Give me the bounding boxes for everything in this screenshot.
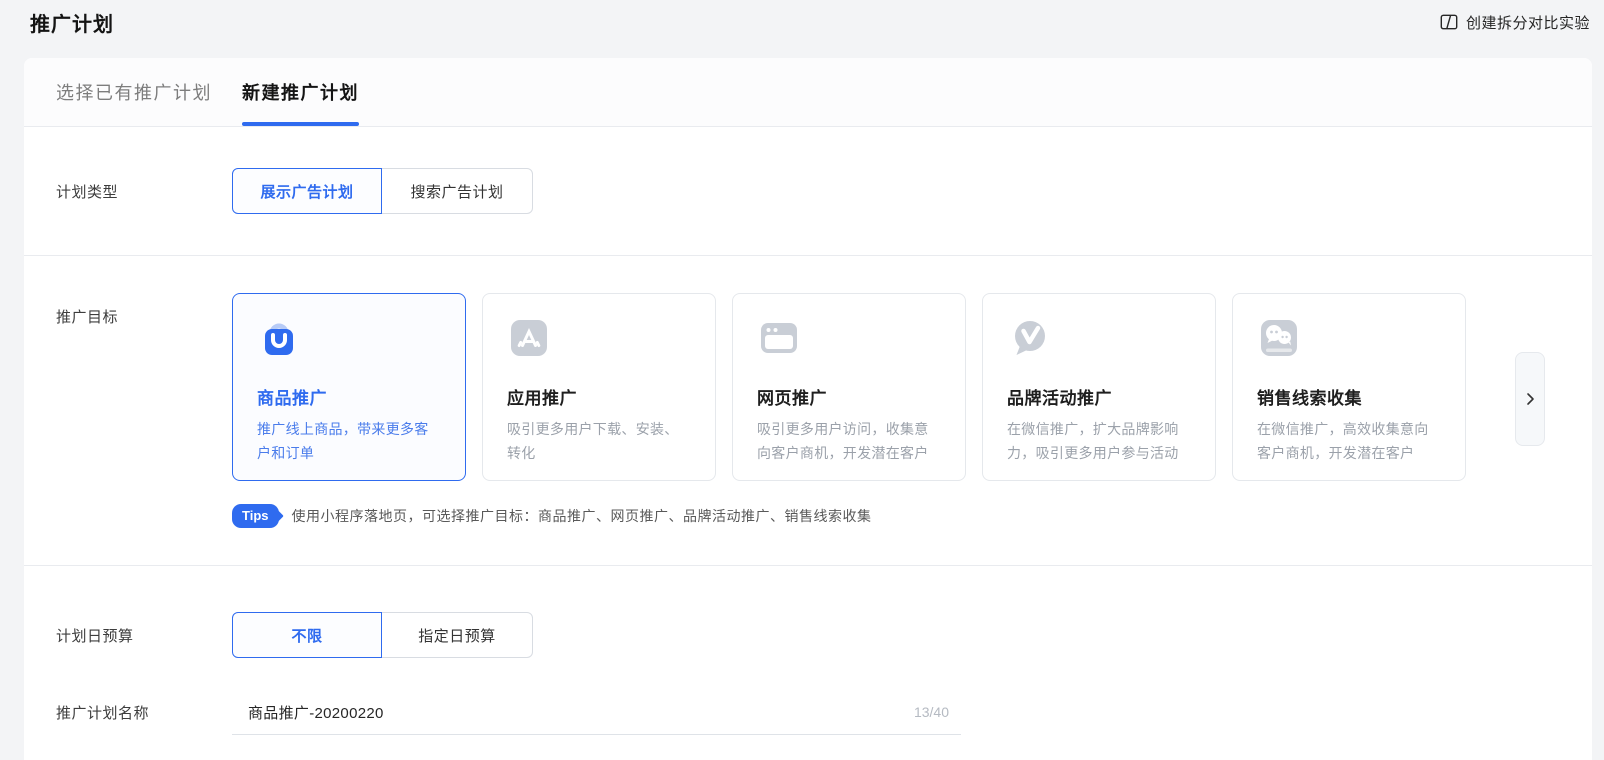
goal-card-product-promotion[interactable]: 商品推广 推广线上商品，带来更多客户和订单 — [232, 293, 466, 481]
goal-cards: 商品推广 推广线上商品，带来更多客户和订单 — [232, 293, 1482, 481]
page-title: 推广计划 — [30, 8, 114, 37]
tips-row: Tips 使用小程序落地页，可选择推广目标：商品推广、网页推广、品牌活动推广、销… — [232, 503, 1482, 529]
goal-card-web-promotion[interactable]: 网页推广 吸引更多用户访问，收集意向客户商机，开发潜在客户 — [732, 293, 966, 481]
goal-card-title: 应用推广 — [507, 384, 691, 409]
section-plan-type: 计划类型 展示广告计划 搜索广告计划 — [24, 127, 1592, 256]
promotion-goal-content: 商品推广 推广线上商品，带来更多客户和订单 — [232, 293, 1482, 529]
daily-budget-segmented: 不限 指定日预算 — [232, 612, 533, 658]
goal-card-desc: 推广线上商品，带来更多客户和订单 — [257, 417, 441, 465]
daily-budget-label: 计划日预算 — [56, 625, 232, 646]
goal-card-desc: 在微信推广，扩大品牌影响力，吸引更多用户参与活动 — [1007, 417, 1191, 465]
plan-type-label: 计划类型 — [56, 181, 232, 202]
section-budget-and-name: 计划日预算 不限 指定日预算 推广计划名称 13/40 — [24, 566, 1592, 735]
goal-card-title: 品牌活动推广 — [1007, 384, 1191, 409]
goal-card-title: 商品推广 — [257, 384, 441, 409]
plan-name-label: 推广计划名称 — [56, 702, 232, 723]
tab-bar: 选择已有推广计划 新建推广计划 — [24, 58, 1592, 127]
goal-card-desc: 吸引更多用户下载、安装、转化 — [507, 417, 691, 465]
goal-card-sales-lead-collection[interactable]: 销售线索收集 在微信推广，高效收集意向客户商机，开发潜在客户 — [1232, 293, 1466, 481]
daily-budget-option-specified[interactable]: 指定日预算 — [381, 612, 533, 658]
shopping-bag-icon — [257, 316, 301, 360]
goal-card-title: 销售线索收集 — [1257, 384, 1441, 409]
split-experiment-icon — [1439, 12, 1459, 32]
app-store-icon — [507, 316, 551, 360]
create-split-experiment-label: 创建拆分对比实验 — [1466, 12, 1590, 33]
tab-create-new-plan[interactable]: 新建推广计划 — [242, 58, 359, 126]
goal-card-app-promotion[interactable]: 应用推广 吸引更多用户下载、安装、转化 — [482, 293, 716, 481]
section-promotion-goal: 推广目标 商品推广 推广线上商品，带来更多客户和订单 — [24, 256, 1592, 566]
goal-card-title: 网页推广 — [757, 384, 941, 409]
moments-bubble-icon — [1007, 316, 1051, 360]
plan-type-option-search[interactable]: 搜索广告计划 — [381, 168, 533, 214]
wechat-icon — [1257, 316, 1301, 360]
promotion-plan-panel: 选择已有推广计划 新建推广计划 计划类型 展示广告计划 搜索广告计划 推广目标 — [24, 58, 1592, 760]
plan-type-segmented: 展示广告计划 搜索广告计划 — [232, 168, 533, 214]
plan-name-input[interactable] — [248, 704, 902, 721]
cards-scroll-next-button[interactable] — [1515, 352, 1545, 446]
tips-badge: Tips — [232, 504, 279, 528]
promotion-goal-label: 推广目标 — [56, 293, 232, 529]
chevron-right-icon — [1522, 391, 1538, 407]
page-header: 推广计划 创建拆分对比实验 — [0, 0, 1604, 58]
plan-name-input-wrap: 13/40 — [232, 690, 961, 735]
goal-card-brand-activity-promotion[interactable]: 品牌活动推广 在微信推广，扩大品牌影响力，吸引更多用户参与活动 — [982, 293, 1216, 481]
goal-card-desc: 在微信推广，高效收集意向客户商机，开发潜在客户 — [1257, 417, 1441, 465]
plan-name-char-counter: 13/40 — [914, 704, 949, 720]
plan-type-option-display[interactable]: 展示广告计划 — [232, 168, 382, 214]
browser-window-icon — [757, 316, 801, 360]
create-split-experiment-button[interactable]: 创建拆分对比实验 — [1439, 12, 1590, 33]
daily-budget-option-unlimited[interactable]: 不限 — [232, 612, 382, 658]
tab-select-existing-plan[interactable]: 选择已有推广计划 — [56, 58, 212, 126]
goal-card-desc: 吸引更多用户访问，收集意向客户商机，开发潜在客户 — [757, 417, 941, 465]
tips-text: 使用小程序落地页，可选择推广目标：商品推广、网页推广、品牌活动推广、销售线索收集 — [292, 506, 872, 526]
